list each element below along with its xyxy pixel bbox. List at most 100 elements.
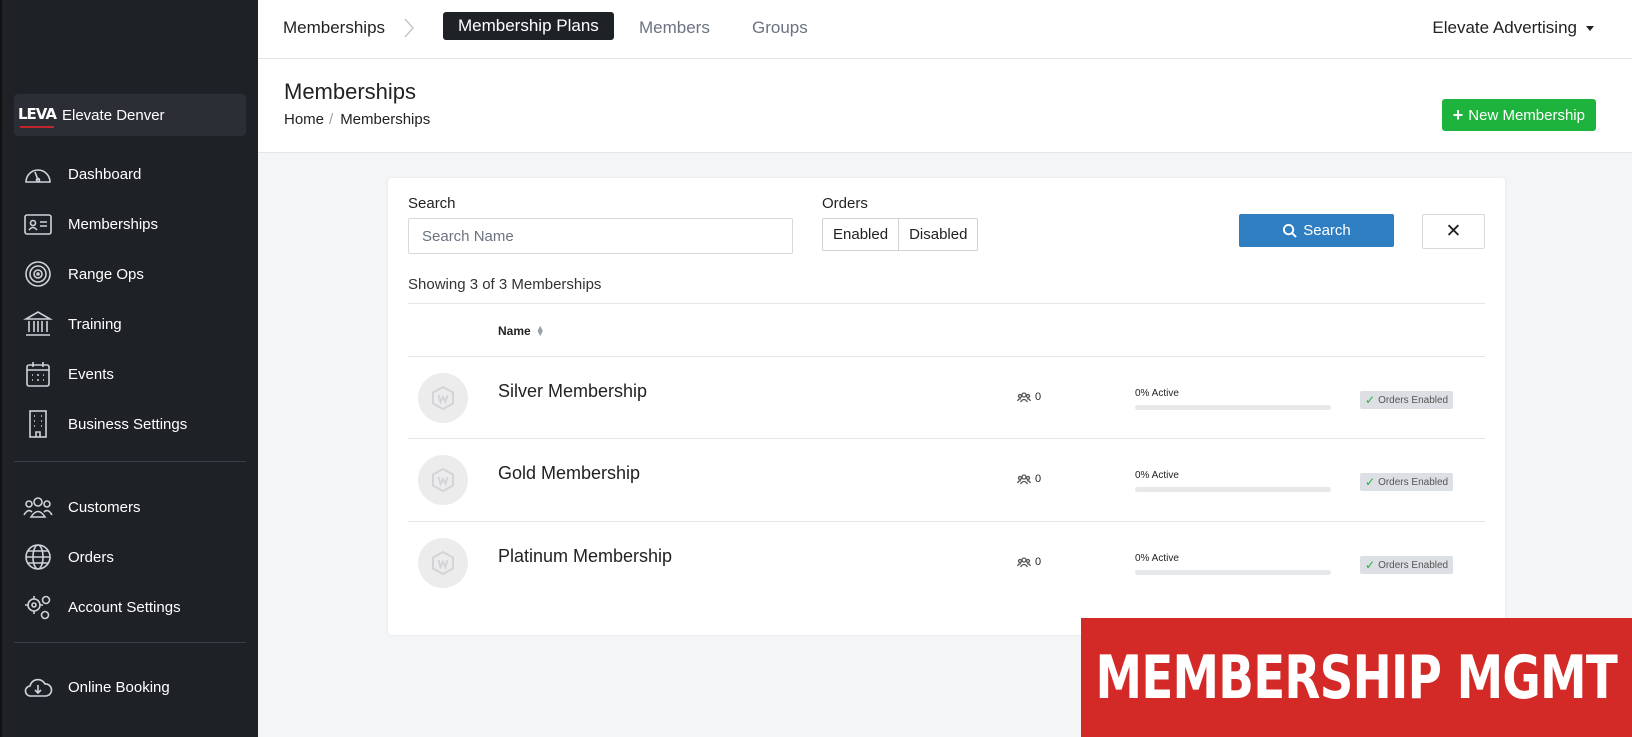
caret-down-icon (1586, 25, 1594, 31)
membership-name[interactable]: Gold Membership (498, 463, 640, 484)
sidebar-item-label: Training (68, 315, 122, 333)
hexagon-logo-icon (432, 467, 454, 493)
status-badge-label: Orders Enabled (1378, 476, 1449, 488)
orders-label: Orders (822, 195, 868, 212)
member-count: 0 (1017, 473, 1041, 485)
tab-members[interactable]: Members (639, 18, 710, 38)
target-icon (25, 261, 51, 287)
org-logo: LEVA (18, 102, 57, 128)
membership-avatar (418, 538, 468, 588)
top-navbar: Memberships Membership Plans Members Gro… (258, 0, 1632, 59)
table-row[interactable]: Gold Membership 0 0% Active ✓ Orders Ena… (408, 439, 1485, 521)
account-dropdown[interactable]: Elevate Advertising (1432, 18, 1594, 38)
status-badge: ✓ Orders Enabled (1360, 473, 1454, 491)
promo-banner: MEMBERSHIP MGMT (1081, 618, 1632, 737)
sort-icon: ▲ ▼ (535, 322, 545, 338)
calendar-icon (26, 362, 50, 387)
sidebar-item-orders[interactable]: Orders (22, 540, 114, 574)
membership-name[interactable]: Silver Membership (498, 381, 647, 402)
active-progress-bar (1135, 487, 1331, 492)
sidebar-item-training[interactable]: Training (22, 307, 122, 341)
id-card-icon (24, 214, 52, 235)
sidebar-item-events[interactable]: Events (22, 357, 114, 391)
member-count-value: 0 (1035, 473, 1042, 485)
gears-icon (25, 595, 51, 620)
orders-filter: Enabled Disabled (822, 218, 979, 251)
hexagon-logo-icon (432, 385, 454, 411)
org-switcher[interactable]: LEVA Elevate Denver (14, 94, 246, 136)
sidebar-item-online-booking[interactable]: Online Booking (22, 670, 170, 704)
globe-icon (25, 544, 51, 570)
sidebar: LEVA Elevate Denver Dashboard Membership… (0, 0, 258, 737)
sidebar-item-label: Memberships (68, 215, 159, 233)
results-count: Showing 3 of 3 Memberships (408, 276, 602, 293)
sidebar-item-customers[interactable]: Customers (22, 490, 141, 524)
tab-membership-plans[interactable]: Membership Plans (443, 12, 614, 40)
sidebar-item-label: Dashboard (68, 165, 142, 183)
sidebar-item-account-settings[interactable]: Account Settings (22, 590, 181, 624)
cloud-download-icon (24, 678, 53, 697)
check-icon: ✓ (1365, 475, 1376, 489)
sidebar-item-label: Events (68, 365, 114, 383)
people-icon (23, 497, 53, 518)
sidebar-item-label: Range Ops (68, 265, 144, 283)
orders-enabled-option[interactable]: Enabled (823, 219, 898, 250)
check-icon: ✓ (1365, 558, 1376, 572)
search-button[interactable]: Search (1239, 214, 1394, 247)
orders-disabled-option[interactable]: Disabled (898, 219, 977, 250)
gauge-icon (25, 169, 51, 183)
table-divider (408, 303, 1485, 304)
active-percent: 0% Active (1135, 553, 1179, 564)
page-header: Memberships Home / Memberships + New Mem… (258, 59, 1632, 153)
sidebar-divider (14, 461, 246, 462)
sidebar-item-business-settings[interactable]: Business Settings (22, 407, 187, 441)
breadcrumb-current: Memberships (340, 111, 431, 128)
new-membership-label: New Membership (1468, 106, 1585, 124)
sidebar-item-dashboard[interactable]: Dashboard (22, 157, 141, 191)
hexagon-logo-icon (432, 550, 454, 576)
bank-icon (23, 311, 53, 336)
active-percent: 0% Active (1135, 388, 1179, 399)
breadcrumb-root[interactable]: Memberships (283, 18, 385, 38)
page-title: Memberships (284, 79, 417, 104)
sidebar-item-label: Business Settings (68, 415, 188, 433)
status-badge-label: Orders Enabled (1378, 394, 1449, 406)
status-badge-label: Orders Enabled (1378, 559, 1449, 571)
breadcrumb: Home / Memberships (284, 111, 430, 128)
member-count-value: 0 (1035, 556, 1042, 568)
users-icon (1017, 557, 1031, 568)
account-name: Elevate Advertising (1432, 18, 1577, 37)
membership-avatar (418, 455, 468, 505)
breadcrumb-separator: / (329, 111, 334, 128)
membership-avatar (418, 373, 468, 423)
active-percent: 0% Active (1135, 470, 1179, 481)
promo-banner-text: MEMBERSHIP MGMT (1095, 642, 1618, 713)
member-count-value: 0 (1035, 391, 1042, 403)
plus-icon: + (1452, 105, 1464, 125)
sidebar-item-label: Account Settings (68, 598, 181, 616)
sidebar-item-label: Online Booking (68, 678, 170, 696)
chevron-right-icon (404, 18, 415, 38)
clear-button[interactable]: ✕ (1422, 214, 1485, 249)
new-membership-button[interactable]: + New Membership (1441, 99, 1596, 131)
search-input[interactable] (408, 218, 793, 254)
active-progress-bar (1135, 570, 1331, 575)
search-button-label: Search (1303, 222, 1351, 239)
sidebar-item-memberships[interactable]: Memberships (22, 207, 158, 241)
search-label: Search (408, 195, 456, 212)
member-count: 0 (1017, 556, 1041, 568)
users-icon (1017, 474, 1031, 485)
org-name: Elevate Denver (62, 106, 165, 124)
table-row[interactable]: Silver Membership 0 0% Active ✓ Orders E… (408, 357, 1485, 439)
table-row[interactable]: Platinum Membership 0 0% Active ✓ Orders… (408, 522, 1485, 604)
tab-groups[interactable]: Groups (752, 18, 808, 38)
sidebar-item-label: Orders (68, 548, 114, 566)
sidebar-item-range-ops[interactable]: Range Ops (22, 257, 144, 291)
memberships-card: Search Orders Enabled Disabled Search ✕ … (388, 178, 1505, 635)
active-progress-bar (1135, 405, 1331, 410)
search-icon (1283, 223, 1297, 238)
users-icon (1017, 392, 1031, 403)
breadcrumb-home[interactable]: Home (284, 111, 324, 128)
membership-name[interactable]: Platinum Membership (498, 546, 672, 567)
name-column-header[interactable]: Name ▲ ▼ (498, 322, 545, 338)
